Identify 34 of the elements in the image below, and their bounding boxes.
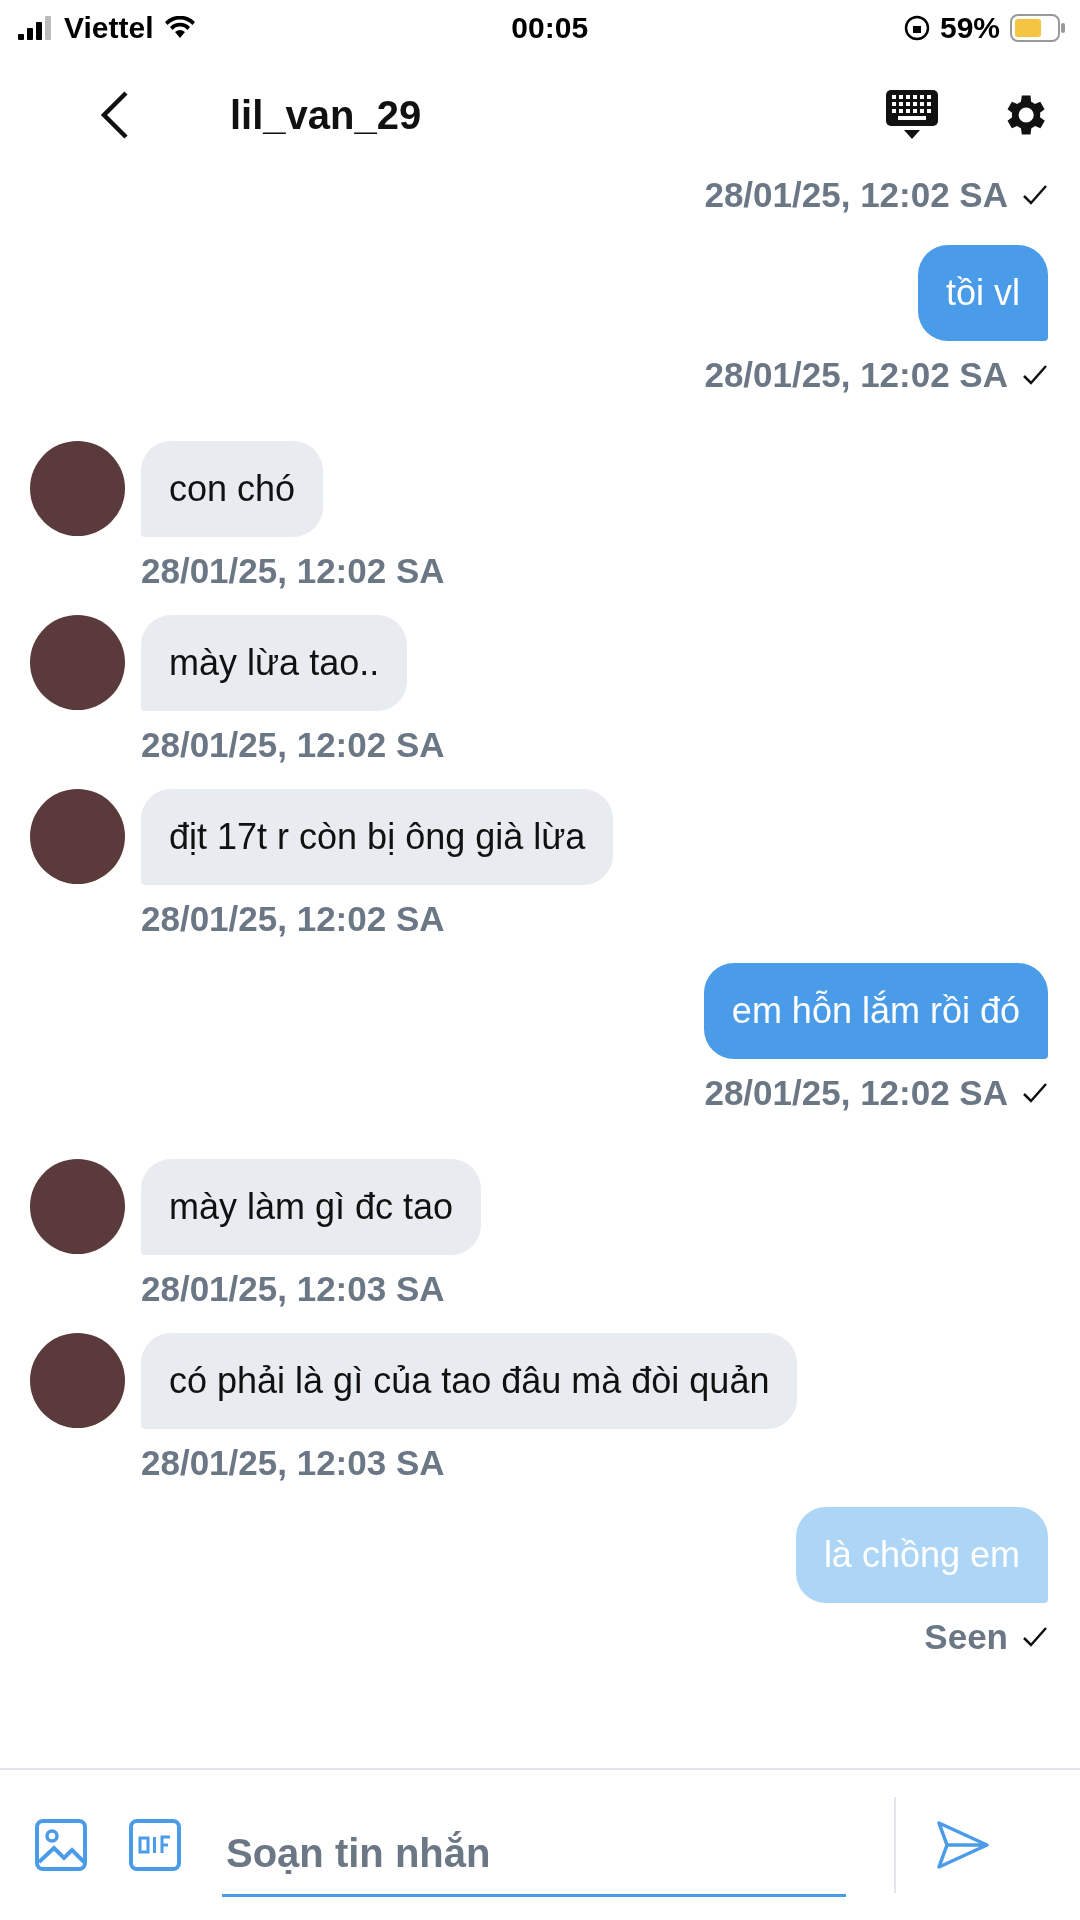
message-timestamp: 28/01/25, 12:03 SA: [141, 1443, 445, 1483]
signal-icon: [18, 15, 54, 40]
received-message-bubble: mày lừa tao..: [141, 615, 408, 711]
received-message-bubble: địt 17t r còn bị ông già lừa: [141, 789, 614, 885]
message-timestamp: 28/01/25, 12:02 SA: [704, 1073, 1008, 1113]
sent-message-bubble: em hỗn lắm rồi đó: [703, 963, 1048, 1059]
check-icon: [1022, 1082, 1048, 1104]
battery-icon: [1010, 13, 1066, 42]
message-timestamp: 28/01/25, 12:03 SA: [141, 1269, 445, 1309]
check-icon: [1022, 184, 1048, 206]
check-icon: [1022, 1626, 1048, 1648]
back-button[interactable]: [100, 90, 130, 140]
rotation-lock-icon: [903, 14, 930, 41]
sent-message-bubble: là chồng em: [795, 1507, 1048, 1603]
image-button[interactable]: [34, 1818, 88, 1872]
carrier-name: Viettel: [64, 10, 154, 45]
keyboard-button[interactable]: [886, 90, 938, 140]
wifi-icon: [163, 15, 196, 40]
received-message-bubble: mày làm gì đc tao: [141, 1159, 482, 1255]
message-timestamp: 28/01/25, 12:02 SA: [704, 355, 1008, 395]
sent-message-bubble: tồi vl: [917, 245, 1048, 341]
message-timestamp: 28/01/25, 12:02 SA: [141, 551, 445, 591]
message-timestamp: 28/01/25, 12:02 SA: [141, 725, 445, 765]
send-button[interactable]: [936, 1820, 990, 1870]
clock-time: 00:05: [511, 10, 589, 45]
message-timestamp: Seen: [924, 1617, 1008, 1657]
received-message-bubble: có phải là gì của tao đâu mà đòi quản: [141, 1333, 798, 1429]
received-message-bubble: con chó: [141, 441, 324, 537]
chat-title: lil_van_29: [230, 92, 423, 138]
gif-button[interactable]: [128, 1818, 182, 1872]
message-timestamp: 28/01/25, 12:02 SA: [141, 899, 445, 939]
battery-percent: 59%: [939, 10, 1000, 45]
check-icon: [1022, 364, 1048, 386]
message-timestamp: 28/01/25, 12:02 SA: [704, 175, 1008, 215]
